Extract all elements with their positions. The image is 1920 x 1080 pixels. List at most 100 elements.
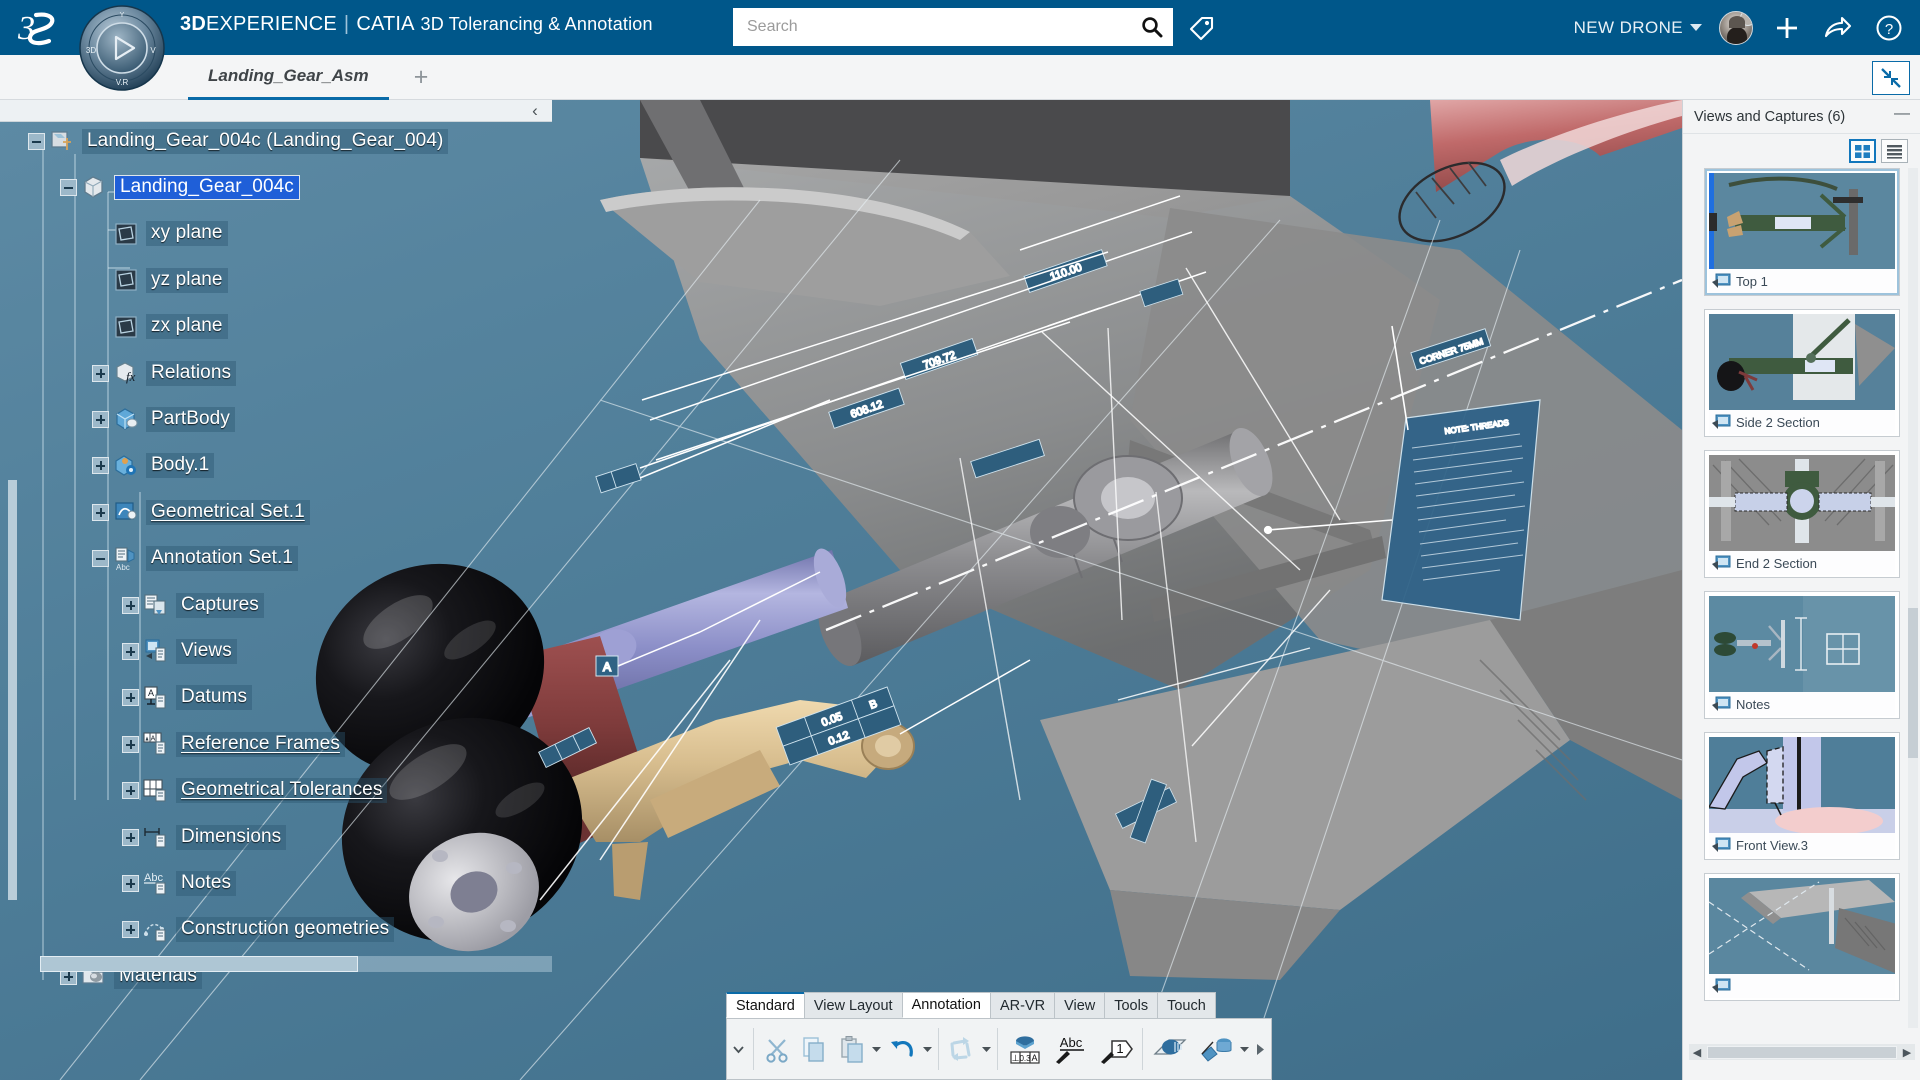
collapse-toolbar-chevron[interactable] — [729, 1021, 749, 1077]
collapse-node-icon[interactable] — [28, 133, 45, 150]
tree-node-zx-plane[interactable]: zx plane — [92, 312, 228, 342]
capture-thumbnail-list[interactable]: Top 1 Side 2 Section End 2 Section — [1683, 168, 1920, 1048]
search-icon[interactable] — [1132, 9, 1172, 45]
expand-node-icon[interactable] — [92, 504, 109, 521]
text-annotation-icon[interactable]: Abc — [1048, 1027, 1093, 1071]
grid-view-icon[interactable] — [1849, 139, 1876, 163]
tree-node-label: Relations — [146, 361, 236, 386]
balloon-annotation-icon[interactable]: 1 — [1093, 1027, 1138, 1071]
new-tab-button[interactable]: + — [408, 65, 434, 91]
tree-vertical-scrollbar[interactable] — [8, 480, 17, 900]
expand-node-icon[interactable] — [92, 457, 109, 474]
undo-icon[interactable] — [883, 1027, 921, 1071]
views-hscroll-thumb[interactable] — [1707, 1046, 1897, 1059]
expand-node-icon[interactable] — [122, 643, 139, 660]
expand-node-icon[interactable] — [92, 365, 109, 382]
action-bar-tab-view[interactable]: View — [1054, 992, 1105, 1018]
add-button[interactable] — [1770, 11, 1804, 45]
header-user-actions: NEW DRONE ? — [1574, 0, 1906, 55]
action-bar-commands[interactable]: ⊥ 0.3 A Abc 1 — [726, 1018, 1272, 1080]
search-input[interactable] — [734, 10, 1132, 44]
tree-node-reference-frames[interactable]: AReference Frames — [122, 729, 345, 759]
collapse-fullscreen-icon[interactable] — [1872, 61, 1910, 95]
redo-dropdown[interactable] — [980, 1027, 993, 1071]
expand-node-icon[interactable] — [122, 597, 139, 614]
tenant-selector[interactable]: NEW DRONE — [1574, 18, 1702, 38]
action-bar-tab-view-layout[interactable]: View Layout — [804, 992, 903, 1018]
expand-node-icon[interactable] — [122, 829, 139, 846]
more-commands-arrow[interactable] — [1251, 1027, 1269, 1071]
dassault-systemes-logo[interactable]: 3 — [14, 6, 72, 50]
share-icon[interactable] — [1821, 11, 1855, 45]
capture-thumbnail[interactable]: Front View.3 — [1704, 732, 1900, 860]
tree-node-dimensions[interactable]: Dimensions — [122, 822, 286, 852]
capture-thumbnail[interactable]: End 2 Section — [1704, 450, 1900, 578]
tree-node-label: Reference Frames — [176, 732, 345, 757]
capture-view-icon — [1712, 978, 1731, 995]
tree-node-notes[interactable]: AbcNotes — [122, 868, 236, 898]
avatar[interactable] — [1719, 11, 1753, 45]
views-vscroll-thumb[interactable] — [1908, 608, 1918, 758]
tree-node-yz-plane[interactable]: yz plane — [92, 265, 228, 295]
expand-node-icon[interactable] — [122, 782, 139, 799]
capture-thumbnail[interactable]: Top 1 — [1704, 168, 1900, 296]
datum-dropdown[interactable] — [1238, 1027, 1251, 1071]
action-bar-tab-ar-vr[interactable]: AR-VR — [990, 992, 1055, 1018]
action-bar-tab-annotation[interactable]: Annotation — [902, 992, 991, 1018]
tree-node-views[interactable]: Views — [122, 636, 237, 666]
copy-icon[interactable] — [795, 1027, 833, 1071]
specification-tree[interactable]: ‹ Landing_Gear_004c (Landing_Gear_004) La… — [0, 100, 552, 980]
list-view-icon[interactable] — [1881, 139, 1908, 163]
tag-icon[interactable] — [1185, 12, 1217, 44]
capture-thumbnail[interactable] — [1704, 873, 1900, 1001]
tree-node-captures[interactable]: Captures — [122, 590, 264, 620]
expand-node-icon[interactable] — [122, 689, 139, 706]
action-bar-tabs[interactable]: StandardView LayoutAnnotationAR-VRViewTo… — [726, 992, 1272, 1018]
action-bar-tab-tools[interactable]: Tools — [1104, 992, 1158, 1018]
scroll-left-icon[interactable]: ◀ — [1689, 1046, 1705, 1059]
tree-horizontal-scrollbar[interactable] — [40, 956, 552, 972]
action-bar-tab-touch[interactable]: Touch — [1157, 992, 1216, 1018]
capture-thumbnail[interactable]: Notes — [1704, 591, 1900, 719]
redo-icon[interactable] — [943, 1027, 981, 1071]
section-view-icon[interactable] — [1147, 1027, 1192, 1071]
tree-node-relations[interactable]: fxRelations — [92, 358, 236, 388]
tree-node-geometrical-tolerances[interactable]: Geometrical Tolerances — [122, 776, 387, 806]
tree-node-landing-gear-004c[interactable]: Landing_Gear_004c — [60, 172, 300, 202]
cut-icon[interactable] — [758, 1027, 796, 1071]
collapse-node-icon[interactable] — [60, 179, 77, 196]
tree-node-partbody[interactable]: PartBody — [92, 404, 235, 434]
tree-node-body-1[interactable]: Body.1 — [92, 451, 214, 481]
paste-dropdown[interactable] — [870, 1027, 883, 1071]
tree-node-construction-geometries[interactable]: Construction geometries — [122, 915, 394, 945]
3dexperience-compass[interactable]: Y 3D V V.R — [78, 4, 166, 92]
tree-node-landing-gear-004c-landing-gear-004[interactable]: Landing_Gear_004c (Landing_Gear_004) — [28, 126, 448, 156]
global-search[interactable] — [733, 8, 1173, 46]
geometric-tolerance-icon[interactable]: ⊥ 0.3 A — [1002, 1027, 1047, 1071]
expand-node-icon[interactable] — [122, 875, 139, 892]
collapse-node-icon[interactable] — [92, 550, 109, 567]
help-icon[interactable]: ? — [1872, 11, 1906, 45]
tree-node-geometrical-set-1[interactable]: Geometrical Set.1 — [92, 497, 310, 527]
expand-node-icon[interactable] — [92, 411, 109, 428]
datum-feature-icon[interactable] — [1193, 1027, 1238, 1071]
tab-landing-gear-asm[interactable]: Landing_Gear_Asm — [188, 55, 389, 100]
tree-node-xy-plane[interactable]: xy plane — [92, 219, 228, 249]
expand-node-icon[interactable] — [122, 921, 139, 938]
views-panel-vertical-scrollbar[interactable] — [1908, 168, 1918, 1028]
undo-dropdown[interactable] — [921, 1027, 934, 1071]
views-panel-horizontal-scrollbar[interactable]: ◀ ▶ — [1689, 1044, 1915, 1060]
paste-icon[interactable] — [833, 1027, 871, 1071]
brand-experience: EXPERIENCE — [206, 13, 337, 35]
plane-icon — [113, 267, 139, 293]
action-bar-tab-standard[interactable]: Standard — [726, 992, 805, 1018]
minimize-panel-button[interactable]: — — [1891, 107, 1913, 127]
expand-node-icon[interactable] — [122, 736, 139, 753]
tree-node-datums[interactable]: ADatums — [122, 683, 252, 713]
tree-collapse-icon[interactable]: ‹ — [526, 101, 544, 121]
scroll-right-icon[interactable]: ▶ — [1899, 1046, 1915, 1059]
tree-hscroll-thumb[interactable] — [40, 956, 358, 972]
tree-node-annotation-set-1[interactable]: AbcAnnotation Set.1 — [92, 544, 298, 574]
capture-thumbnail[interactable]: Side 2 Section — [1704, 309, 1900, 437]
geometrical-set-icon — [113, 499, 139, 525]
